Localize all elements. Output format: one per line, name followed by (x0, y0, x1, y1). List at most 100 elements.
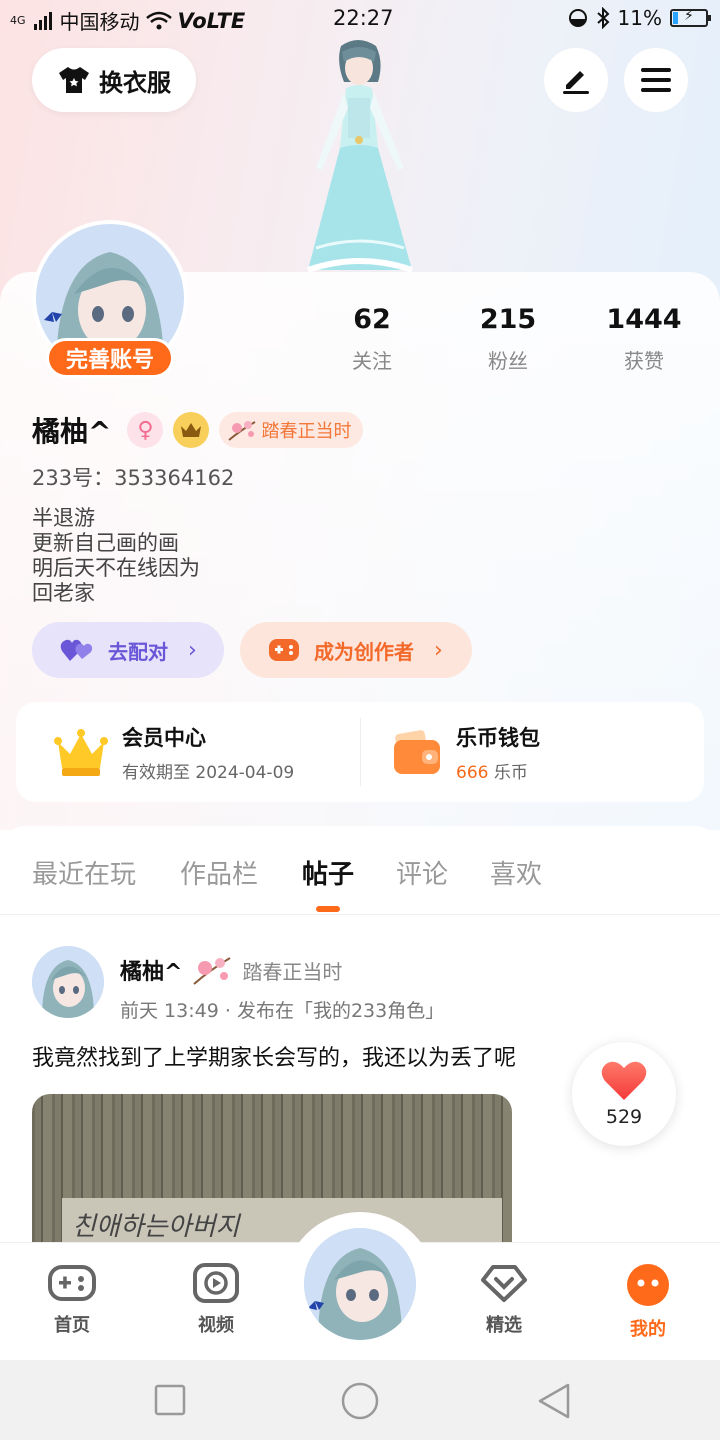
chevron-right-icon: › (188, 637, 197, 663)
followers-label: 粉丝 (488, 349, 528, 373)
member-expiry: 有效期至 2024-04-09 (122, 763, 295, 783)
cherry-blossom-icon (228, 421, 256, 441)
coin-wallet[interactable]: 乐币钱包 666 乐币 (392, 722, 540, 783)
post-author-name[interactable]: 橘柚^ (120, 954, 182, 986)
post-meta: 前天 13:49 · 发布在「我的233角色」 (120, 996, 444, 1023)
nav-video[interactable]: 视频 (171, 1263, 261, 1337)
post-text[interactable]: 我竟然找到了上学期家长会写的，我还以为丢了呢 (32, 1040, 516, 1072)
recents-icon[interactable] (154, 1384, 186, 1416)
post-time: 前天 13:49 (120, 1000, 219, 1022)
nav-video-label: 视频 (198, 1315, 234, 1336)
nav-me-label: 我的 (630, 1319, 666, 1340)
name-row: 橘柚^ ♀ 踏春正当时 (32, 410, 364, 450)
clock: 22:27 (333, 6, 394, 30)
back-icon[interactable] (536, 1382, 572, 1420)
change-outfit-label: 换衣服 (99, 68, 171, 97)
post-location[interactable]: 发布在「我的233角色」 (237, 1000, 444, 1022)
heart-icon (601, 1061, 647, 1100)
carrier-label: 中国移动 (59, 10, 140, 34)
match-button[interactable]: 去配对 › (32, 622, 224, 678)
hearts-icon (60, 639, 93, 661)
gamepad-icon (48, 1265, 96, 1301)
like-count: 529 (605, 1106, 643, 1128)
member-wallet-card: 会员中心 有效期至 2024-04-09 乐币钱包 666 乐币 (16, 702, 704, 802)
nav-me[interactable]: 我的 (603, 1263, 693, 1341)
center-avatar-button[interactable] (304, 1228, 416, 1340)
stat-followers[interactable]: 215 粉丝 (448, 304, 568, 374)
wifi-icon (145, 11, 172, 29)
nav-home-label: 首页 (54, 1315, 90, 1336)
bio-line: 明后天不在线因为 (32, 556, 200, 580)
bio-line: 更新自己画的画 (32, 531, 179, 555)
crown-icon[interactable] (173, 412, 210, 448)
followers-count: 215 (479, 304, 537, 335)
stat-following[interactable]: 62 关注 (312, 304, 432, 374)
gamepad-icon (269, 639, 299, 661)
volte-label: VoLTE (177, 8, 246, 33)
cherry-blossom-icon (193, 957, 231, 985)
edit-profile-button[interactable] (544, 48, 608, 112)
crown-icon (54, 728, 108, 776)
active-tab-indicator (316, 906, 340, 912)
signal-icon (33, 11, 52, 30)
user-bio: 半退游 更新自己画的画 明后天不在线因为 回老家 (32, 506, 200, 606)
nav-home[interactable]: 首页 (27, 1263, 117, 1337)
home-icon[interactable] (341, 1382, 379, 1420)
post-author-badge: 踏春正当时 (242, 959, 343, 984)
following-label: 关注 (352, 349, 392, 373)
user-name: 橘柚^ (32, 415, 112, 448)
tab-likes[interactable]: 喜欢 (490, 854, 542, 891)
tab-posts[interactable]: 帖子 (302, 854, 354, 891)
member-center[interactable]: 会员中心 有效期至 2024-04-09 (54, 722, 294, 783)
battery-percent: 11% (617, 6, 662, 30)
wallet-amount: 666 (456, 763, 489, 783)
stat-likes[interactable]: 1444 获赞 (584, 304, 704, 374)
heart-badge-icon (481, 1265, 527, 1302)
post-author-avatar[interactable] (32, 946, 104, 1018)
pencil-icon (563, 71, 589, 94)
creator-label: 成为创作者 (314, 639, 414, 664)
status-bar: 4G 中国移动 VoLTE 22:27 11% ⚡ (0, 0, 720, 38)
like-button[interactable]: 529 (572, 1042, 676, 1146)
post-image[interactable]: 친애하는아버지 (32, 1094, 512, 1244)
card-divider (360, 718, 361, 786)
spring-badge[interactable]: 踏春正当时 (219, 412, 364, 448)
post-header: 橘柚^ 踏春正当时 (120, 954, 342, 986)
signal-label: 4G (10, 14, 26, 27)
face-icon (627, 1264, 669, 1306)
character-figure[interactable] (286, 38, 436, 274)
following-count: 62 (353, 304, 391, 335)
shirt-icon (59, 67, 89, 93)
female-icon: ♀ (127, 412, 164, 448)
tab-works[interactable]: 作品栏 (180, 854, 258, 891)
bio-line: 半退游 (32, 506, 95, 530)
bio-line: 回老家 (32, 581, 95, 605)
spring-badge-label: 踏春正当时 (261, 421, 352, 442)
menu-icon (641, 68, 671, 92)
tabs-divider (0, 914, 720, 915)
wallet-title: 乐币钱包 (456, 726, 540, 750)
chevron-right-icon: › (434, 637, 443, 663)
nav-featured-label: 精选 (486, 1315, 522, 1336)
wallet-unit: 乐币 (493, 763, 528, 783)
profile-tabs: 最近在玩 作品栏 帖子 评论 喜欢 (0, 826, 720, 914)
tab-comments[interactable]: 评论 (396, 854, 448, 891)
user-id[interactable]: 233号：353364162 (32, 462, 234, 492)
wallet-icon (394, 729, 440, 774)
become-creator-button[interactable]: 成为创作者 › (240, 622, 472, 678)
nav-featured[interactable]: 精选 (459, 1263, 549, 1337)
complete-account-button[interactable]: 完善账号 (46, 338, 174, 378)
bluetooth-icon (596, 7, 609, 29)
change-outfit-button[interactable]: 换衣服 (32, 48, 196, 112)
handwritten-text: 친애하는아버지 (72, 1212, 240, 1242)
likes-count: 1444 (606, 304, 682, 335)
menu-button[interactable] (624, 48, 688, 112)
play-icon (193, 1263, 239, 1303)
system-nav-bar (0, 1360, 720, 1440)
battery-icon: ⚡ (670, 8, 711, 27)
match-label: 去配对 (108, 639, 168, 664)
tab-recent[interactable]: 最近在玩 (32, 854, 136, 891)
dnd-icon (568, 9, 587, 27)
likes-label: 获赞 (624, 349, 664, 373)
member-center-title: 会员中心 (122, 726, 206, 750)
